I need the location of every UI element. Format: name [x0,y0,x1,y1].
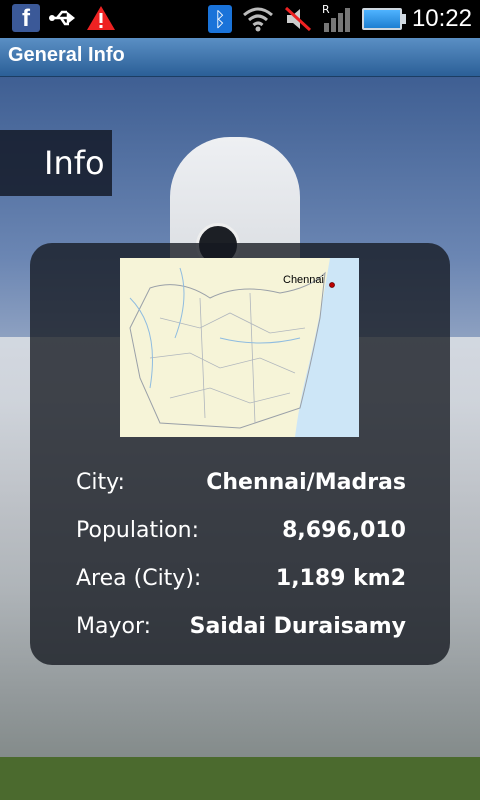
mayor-value: Saidai Duraisamy [189,614,406,639]
tab-info[interactable]: Info [0,130,112,196]
location-map[interactable]: Chennai [120,258,359,437]
title-bar: General Info [0,38,480,77]
signal-icon: R [322,3,352,33]
status-bar: f ᛒ R 10:22 [0,0,480,38]
population-value: 8,696,010 [282,518,406,543]
status-bar-right: ᛒ R 10:22 [207,2,472,36]
wifi-icon [242,7,273,32]
bluetooth-icon: ᛒ [207,5,232,33]
facebook-icon: f [12,4,40,32]
battery-icon [361,8,406,30]
info-row-city: City: Chennai/Madras [76,470,406,500]
population-label: Population: [76,518,199,543]
info-row-mayor: Mayor: Saidai Duraisamy [76,614,406,644]
info-row-population: Population: 8,696,010 [76,518,406,548]
area-label: Area (City): [76,566,202,591]
status-clock: 10:22 [411,5,472,32]
info-row-area: Area (City): 1,189 km2 [76,566,406,596]
warning-icon [87,6,115,30]
lawn [0,757,480,800]
area-value: 1,189 km2 [275,566,406,591]
tab-info-label: Info [44,144,105,182]
page-title: General Info [8,44,125,66]
status-bar-left: f [12,4,116,32]
city-value: Chennai/Madras [206,470,406,495]
city-label: City: [76,470,125,495]
map-city-label: Chennai [283,274,324,286]
mayor-label: Mayor: [76,614,152,639]
usb-icon [49,10,76,26]
mute-icon [284,6,311,32]
